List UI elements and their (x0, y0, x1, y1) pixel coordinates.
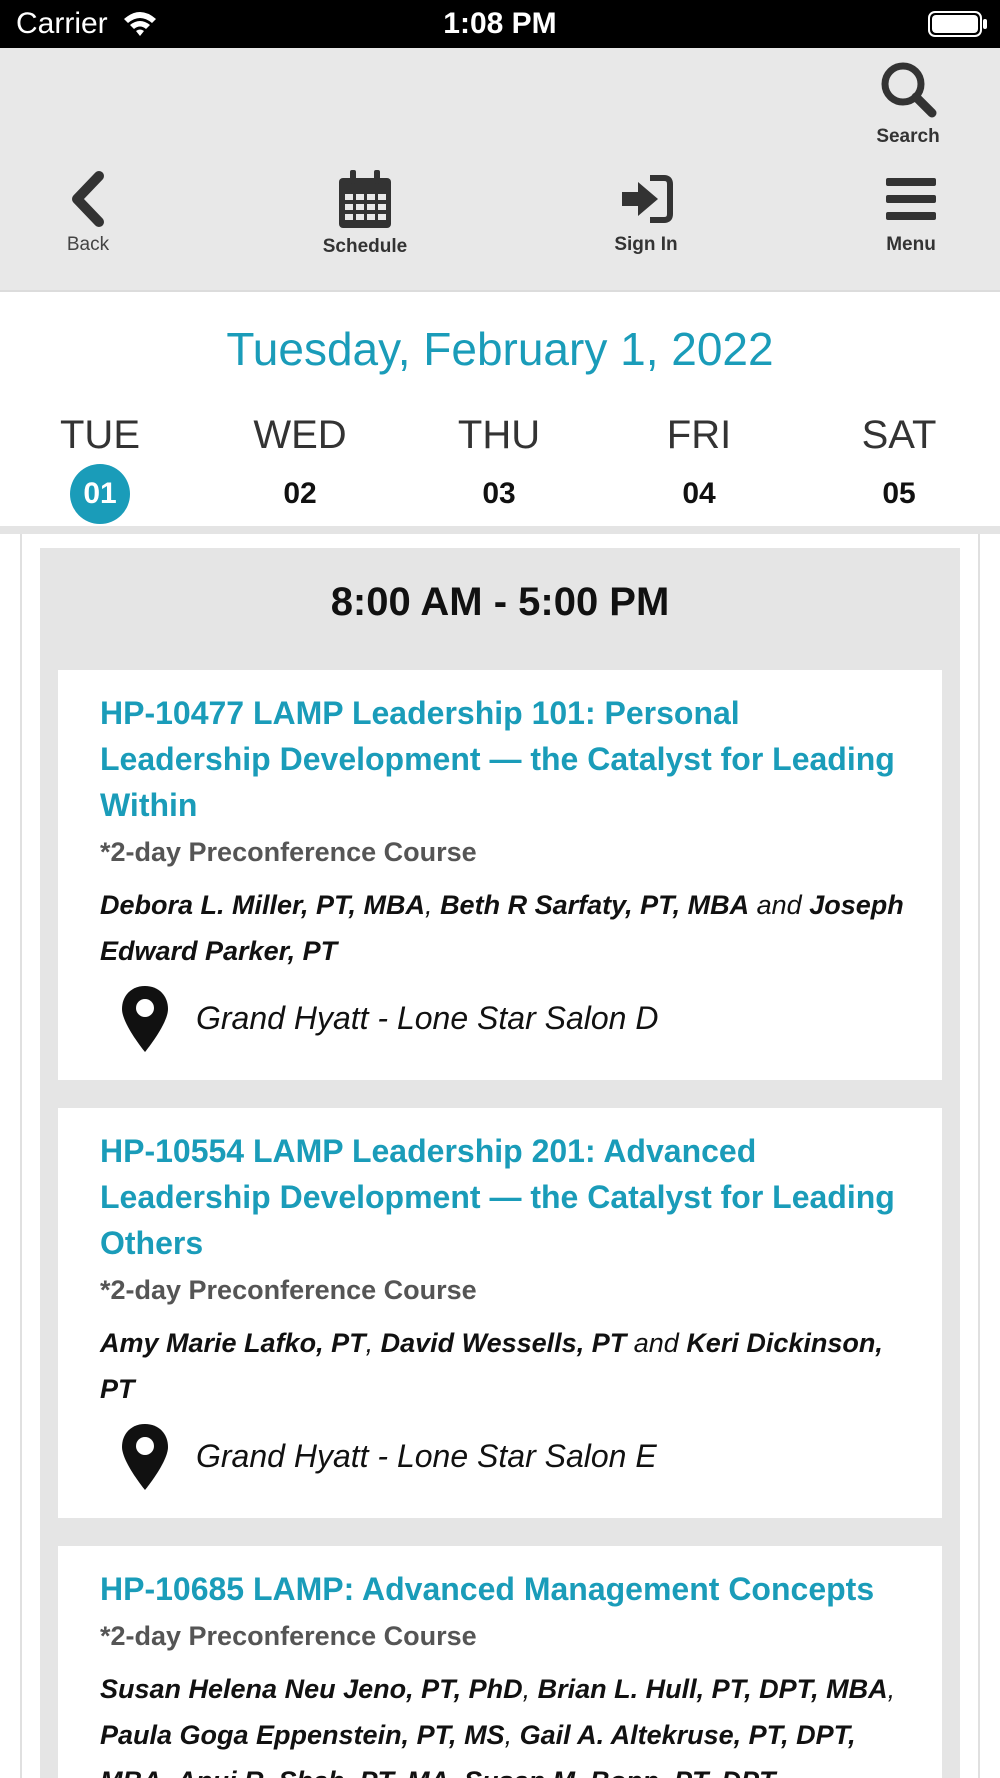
speaker-name: Beth R Sarfaty, PT, MBA (440, 890, 750, 920)
toolbar: Search Back Schedule Sign In Menu (0, 48, 1000, 292)
calendar-icon (339, 170, 391, 228)
session-speakers: Debora L. Miller, PT, MBA, Beth R Sarfat… (100, 890, 904, 966)
day-number: 02 (283, 477, 317, 510)
speaker-name: Paula Goga Eppenstein, PT, MS (100, 1720, 505, 1750)
time-block: 8:00 AM - 5:00 PM HP-10477 LAMP Leadersh… (40, 548, 960, 1778)
day-number: 05 (882, 477, 916, 510)
session-card[interactable]: HP-10554 LAMP Leadership 201: Advanced L… (58, 1108, 942, 1518)
session-subtitle: *2-day Preconference Course (100, 1621, 477, 1651)
session-subtitle: *2-day Preconference Course (100, 1275, 477, 1305)
search-button[interactable]: Search (866, 60, 950, 148)
time-block-header: 8:00 AM - 5:00 PM (330, 580, 670, 624)
search-label: Search (876, 126, 940, 147)
clock: 1:08 PM (443, 7, 557, 40)
day-number: 04 (682, 477, 716, 510)
day-tab-wed[interactable]: WED 02 (240, 410, 360, 524)
sign-in-button[interactable]: Sign In (596, 170, 696, 256)
session-speakers: Susan Helena Neu Jeno, PT, PhD, Brian L.… (100, 1666, 918, 1778)
session-subtitle: *2-day Preconference Course (100, 837, 477, 867)
hamburger-icon (886, 178, 936, 220)
day-tab-sat[interactable]: SAT 05 (839, 410, 959, 524)
map-pin-icon (122, 986, 168, 1052)
back-button[interactable]: Back (40, 170, 136, 256)
selected-date-title: Tuesday, February 1, 2022 (226, 323, 774, 375)
status-bar: Carrier 1:08 PM (0, 0, 1000, 48)
day-name: THU (457, 413, 541, 457)
session-location[interactable]: Grand Hyatt - Lone Star Salon D (100, 984, 918, 1056)
speaker-name: Debora L. Miller, PT, MBA (100, 890, 426, 920)
menu-label: Menu (886, 234, 936, 255)
location-text: Grand Hyatt - Lone Star Salon E (196, 1438, 657, 1474)
day-tab-thu[interactable]: THU 03 (439, 410, 559, 524)
session-title-link[interactable]: HP-10685 LAMP: Advanced Management Conce… (100, 1566, 918, 1612)
schedule-button[interactable]: Schedule (310, 170, 420, 258)
session-card[interactable]: HP-10685 LAMP: Advanced Management Conce… (58, 1546, 942, 1778)
sign-in-label: Sign In (614, 234, 678, 255)
divider (0, 526, 1000, 534)
day-name: WED (253, 413, 347, 457)
day-name: TUE (60, 413, 140, 457)
speaker-name: Brian L. Hull, PT, DPT, MBA (537, 1674, 888, 1704)
day-number: 03 (482, 477, 516, 510)
speaker-name: Amy Marie Lafko, PT (100, 1328, 366, 1358)
map-pin-icon (122, 1424, 168, 1490)
menu-button[interactable]: Menu (868, 170, 954, 256)
day-selector: TUE 01 WED 02 THU 03 FRI 04 SAT 05 (0, 410, 1000, 524)
sign-in-icon (622, 175, 673, 223)
speaker-name: Susan Helena Neu Jeno, PT, PhD (100, 1674, 523, 1704)
back-label: Back (66, 234, 110, 255)
battery-icon (928, 11, 987, 37)
speaker-name: Anuj R. Shah, PT, MA (177, 1766, 450, 1778)
session-location[interactable]: Grand Hyatt - Lone Star Salon E (100, 1422, 918, 1494)
speaker-name: David Wessells, PT (380, 1328, 627, 1358)
chevron-left-icon (72, 171, 104, 227)
day-number: 01 (70, 464, 130, 524)
search-icon (881, 62, 937, 118)
session-title-link[interactable]: HP-10554 LAMP Leadership 201: Advanced L… (100, 1128, 918, 1266)
day-name: FRI (666, 413, 732, 457)
speaker-name: Susan M. Bopp, PT, DPT (464, 1766, 776, 1778)
location-text: Grand Hyatt - Lone Star Salon D (196, 1000, 659, 1036)
schedule-label: Schedule (322, 236, 408, 257)
session-card[interactable]: HP-10477 LAMP Leadership 101: Personal L… (58, 670, 942, 1080)
day-tab-fri[interactable]: FRI 04 (639, 410, 759, 524)
session-speakers: Amy Marie Lafko, PT, David Wessells, PT … (100, 1328, 883, 1404)
day-tab-tue[interactable]: TUE 01 (40, 410, 160, 524)
session-title-link[interactable]: HP-10477 LAMP Leadership 101: Personal L… (100, 690, 918, 828)
day-name: SAT (861, 413, 937, 457)
